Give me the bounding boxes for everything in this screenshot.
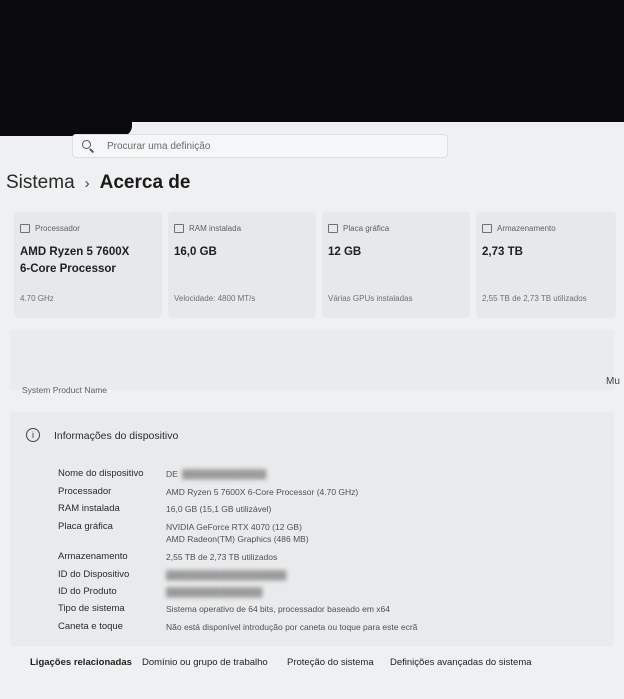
side-text: Mu bbox=[606, 376, 620, 387]
spec-card-processor: Processador AMD Ryzen 5 7600X 6-Core Pro… bbox=[14, 212, 162, 318]
spec-card-head: Processador bbox=[20, 224, 80, 233]
device-row-label: Nome do dispositivo bbox=[58, 468, 144, 479]
storage-icon bbox=[482, 224, 492, 233]
spec-value: 12 GB bbox=[328, 246, 362, 258]
spec-card-storage: Armazenamento 2,73 TB 2,55 TB de 2,73 TB… bbox=[476, 212, 616, 318]
device-row-label: Processador bbox=[58, 486, 112, 497]
spec-detail: 2,55 TB de 2,73 TB utilizados bbox=[482, 294, 587, 303]
spec-card-head: Placa gráfica bbox=[328, 224, 389, 233]
related-links-title: Ligações relacionadas bbox=[30, 657, 132, 668]
spec-value: AMD Ryzen 5 7600X 6-Core Processor bbox=[20, 246, 130, 275]
spec-card-graphics: Placa gráfica 12 GB Várias GPUs instalad… bbox=[322, 212, 470, 318]
link-domain-workgroup[interactable]: Domínio ou grupo de trabalho bbox=[142, 657, 268, 668]
device-row-value: Não está disponível introdução por canet… bbox=[166, 622, 418, 632]
spec-card-head: Armazenamento bbox=[482, 224, 556, 233]
spec-value: 16,0 GB bbox=[174, 246, 217, 258]
search-box[interactable] bbox=[72, 134, 448, 158]
spec-value: 2,73 TB bbox=[482, 246, 523, 258]
device-row-value: 16,0 GB (15,1 GB utilizável) bbox=[166, 504, 272, 514]
device-row-value: DE bbox=[166, 469, 178, 479]
page-title: Acerca de bbox=[99, 172, 191, 193]
spec-detail: Várias GPUs instaladas bbox=[328, 294, 413, 303]
spec-card-head: RAM instalada bbox=[174, 224, 241, 233]
device-row-value: Sistema operativo de 64 bits, processado… bbox=[166, 604, 390, 614]
graphics-card-icon bbox=[328, 224, 338, 233]
device-row-value: AMD Ryzen 5 7600X 6-Core Processor (4.70… bbox=[166, 487, 359, 497]
redacted-product-id: ████████████████ bbox=[166, 587, 263, 597]
search-input[interactable] bbox=[105, 139, 409, 153]
spec-label: Placa gráfica bbox=[343, 224, 390, 233]
device-name-panel bbox=[10, 330, 614, 390]
device-row-label: Placa gráfica bbox=[58, 521, 113, 532]
device-info-title: Informações do dispositivo bbox=[54, 430, 179, 442]
device-row-value: NVIDIA GeForce RTX 4070 (12 GB) bbox=[166, 522, 302, 532]
processor-icon bbox=[20, 224, 30, 233]
device-row-label: Armazenamento bbox=[58, 551, 128, 562]
ram-icon bbox=[174, 224, 184, 233]
info-icon: i bbox=[26, 428, 40, 442]
breadcrumb: Sistema › Acerca de bbox=[6, 172, 190, 194]
search-icon bbox=[81, 139, 95, 153]
link-advanced-system-settings[interactable]: Definições avançadas do sistema bbox=[390, 657, 532, 668]
device-row-label: Caneta e toque bbox=[58, 621, 123, 632]
related-links-bar: Ligações relacionadas Domínio ou grupo d… bbox=[0, 646, 624, 682]
device-row-label: Tipo de sistema bbox=[58, 603, 125, 614]
redacted-device-id: ████████████████████ bbox=[166, 570, 287, 580]
spec-label: RAM instalada bbox=[189, 224, 242, 233]
spec-label: Processador bbox=[35, 224, 80, 233]
device-row-value-secondary: AMD Radeon(TM) Graphics (486 MB) bbox=[166, 534, 309, 544]
link-system-protection[interactable]: Proteção do sistema bbox=[287, 657, 374, 668]
spec-detail: 4.70 GHz bbox=[20, 294, 54, 303]
chevron-right-icon: › bbox=[84, 174, 90, 192]
device-row-label: ID do Dispositivo bbox=[58, 569, 130, 580]
device-row-label: ID do Produto bbox=[58, 586, 117, 597]
device-row-label: RAM instalada bbox=[58, 503, 120, 514]
breadcrumb-sistema[interactable]: Sistema bbox=[6, 172, 75, 194]
redacted-device-name: ██████████████ bbox=[182, 469, 267, 479]
top-black-area bbox=[0, 0, 624, 122]
spec-card-ram: RAM instalada 16,0 GB Velocidade: 4800 M… bbox=[168, 212, 316, 318]
spec-label: Armazenamento bbox=[497, 224, 556, 233]
system-product-name-label: System Product Name bbox=[22, 385, 108, 395]
device-row-value: 2,55 TB de 2,73 TB utilizados bbox=[166, 552, 278, 562]
spec-detail: Velocidade: 4800 MT/s bbox=[174, 294, 256, 303]
